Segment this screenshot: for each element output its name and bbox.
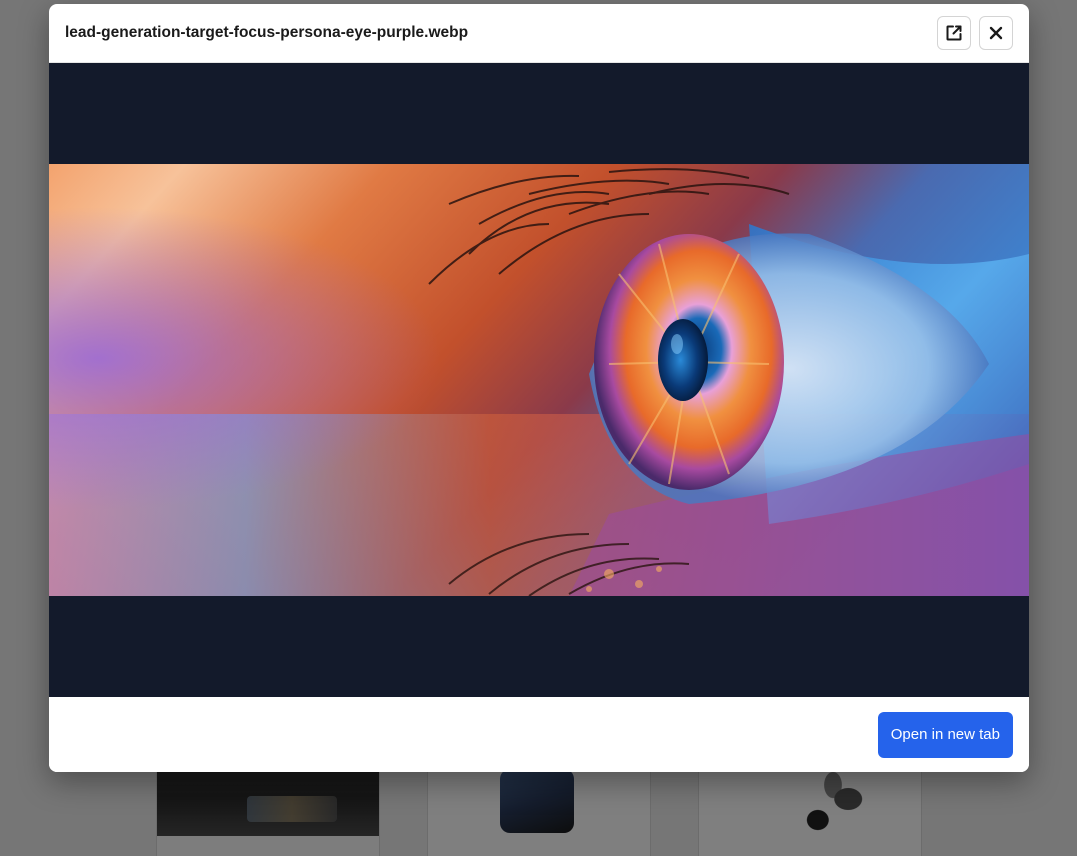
- modal-header: lead-generation-target-focus-persona-eye…: [49, 4, 1029, 63]
- modal-title: lead-generation-target-focus-persona-eye…: [65, 24, 469, 41]
- close-button[interactable]: [979, 16, 1013, 50]
- preview-image: [49, 164, 1029, 596]
- image-preview-area: [49, 63, 1029, 697]
- header-actions: [937, 16, 1013, 50]
- open-external-button[interactable]: [937, 16, 971, 50]
- external-link-icon: [946, 25, 962, 41]
- modal-footer: Open in new tab: [49, 697, 1029, 772]
- open-in-new-tab-button[interactable]: Open in new tab: [877, 711, 1013, 758]
- image-preview-modal: lead-generation-target-focus-persona-eye…: [49, 4, 1029, 772]
- close-icon: [989, 26, 1003, 40]
